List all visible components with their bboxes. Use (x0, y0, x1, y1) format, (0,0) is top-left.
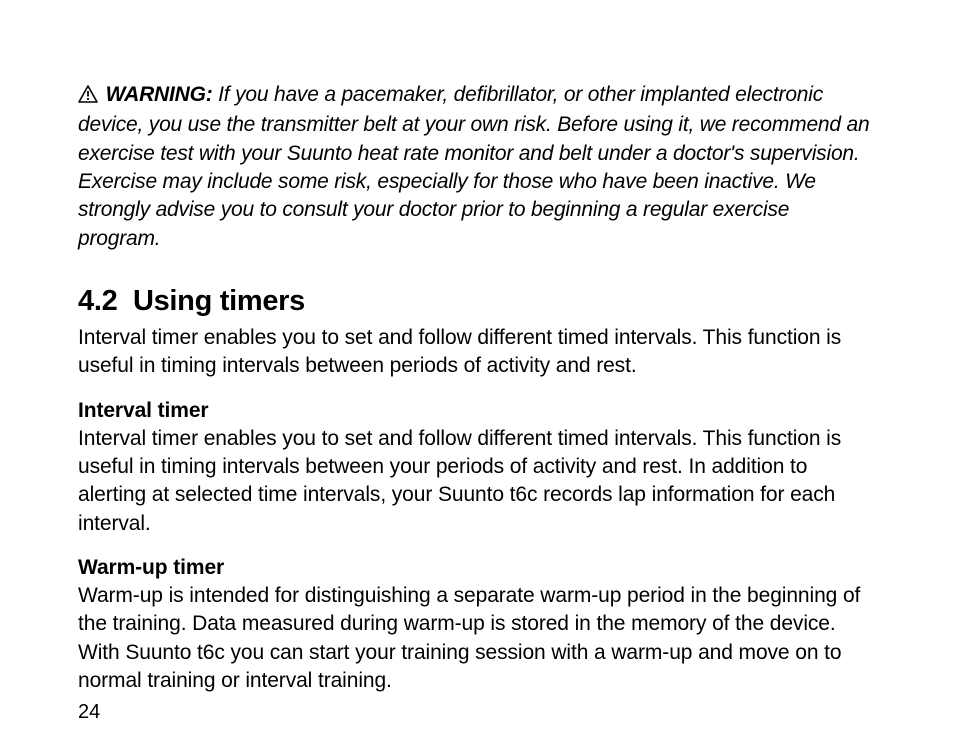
warning-label: WARNING: (106, 83, 213, 106)
warning-text: If you have a pacemaker, defibrillator, … (78, 83, 869, 250)
warning-paragraph: WARNING: If you have a pacemaker, defibr… (78, 81, 876, 253)
section-number: 4.2 (78, 285, 117, 317)
section-intro: Interval timer enables you to set and fo… (78, 324, 876, 381)
manual-page: WARNING: If you have a pacemaker, defibr… (0, 0, 954, 756)
section-heading: 4.2 Using timers (78, 285, 876, 318)
subsection-body: Warm-up is intended for distinguishing a… (78, 582, 876, 695)
warning-triangle-icon (78, 83, 98, 111)
section-title: Using timers (133, 285, 305, 317)
subsection-heading: Warm-up timer (78, 556, 876, 580)
subsection-heading: Interval timer (78, 399, 876, 423)
page-number: 24 (78, 701, 100, 724)
subsection-interval-timer: Interval timer Interval timer enables yo… (78, 399, 876, 538)
subsection-warmup-timer: Warm-up timer Warm-up is intended for di… (78, 556, 876, 695)
subsection-body: Interval timer enables you to set and fo… (78, 425, 876, 538)
